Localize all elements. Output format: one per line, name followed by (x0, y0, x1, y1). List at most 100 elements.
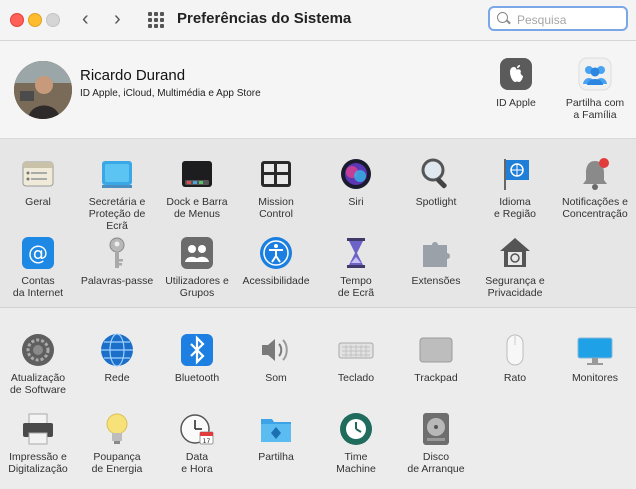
search-field[interactable] (488, 6, 628, 31)
family-sharing-icon (578, 57, 612, 91)
pane-notifications[interactable]: Notificações e Concentração (555, 156, 635, 220)
pane-label: Utilizadores e Grupos (165, 275, 229, 299)
spotlight-icon (418, 156, 454, 192)
pane-sound[interactable]: Som (236, 332, 316, 384)
date-time-icon: 17 (179, 411, 215, 447)
forward-button[interactable]: › (114, 8, 121, 30)
pane-bluetooth[interactable]: Bluetooth (157, 332, 237, 384)
startup-disk-icon (418, 411, 454, 447)
pane-label: Extensões (411, 275, 461, 287)
pane-label: Geral (25, 196, 51, 208)
pane-desktop-screensaver[interactable]: Secretária e Proteção de Ecrã (77, 156, 157, 232)
language-region-icon (497, 156, 533, 192)
dock-menubar-icon (179, 156, 215, 192)
pane-siri[interactable]: Siri (316, 156, 396, 208)
back-button[interactable]: ‹ (82, 8, 89, 30)
pane-displays[interactable]: Monitores (555, 332, 635, 384)
pane-label: Rato (503, 372, 527, 384)
close-window-button[interactable] (10, 13, 24, 27)
pane-label: Disco de Arranque (407, 451, 465, 475)
pane-label: Bluetooth (174, 372, 220, 384)
printers-scanners-icon (20, 411, 56, 447)
pane-time-machine[interactable]: Time Machine (316, 411, 396, 475)
pane-label: Dock e Barra de Menus (166, 196, 228, 220)
pane-label: Idioma e Região (493, 196, 537, 220)
pane-mouse[interactable]: Rato (475, 332, 555, 384)
pane-label: Palavras-passe (80, 275, 154, 287)
family-sharing-pane[interactable]: Partilha com a Família (555, 57, 635, 121)
pane-startup-disk[interactable]: Disco de Arranque (396, 411, 476, 475)
bluetooth-icon (179, 332, 215, 368)
title-bar: ‹ › Preferências do Sistema (0, 0, 636, 41)
displays-icon (577, 332, 613, 368)
pane-passwords[interactable]: Palavras-passe (77, 235, 157, 287)
pane-label: Poupança de Energia (91, 451, 143, 475)
mission-control-icon (258, 156, 294, 192)
mouse-icon (497, 332, 533, 368)
apple-id-pane[interactable]: ID Apple (476, 57, 556, 109)
pane-label: Tempo de Ecrã (337, 275, 375, 299)
pane-accessibility[interactable]: Acessibilidade (236, 235, 316, 287)
pane-label: Monitores (571, 372, 619, 384)
pane-trackpad[interactable]: Trackpad (396, 332, 476, 384)
pane-mission-control[interactable]: Mission Control (236, 156, 316, 220)
network-icon (99, 332, 135, 368)
zoom-window-button[interactable] (46, 13, 60, 27)
pane-label: Teclado (337, 372, 375, 384)
pane-label: Data e Hora (181, 451, 213, 475)
pane-label: Time Machine (336, 451, 376, 475)
accessibility-icon (258, 235, 294, 271)
pane-spotlight[interactable]: Spotlight (396, 156, 476, 208)
pane-label: Mission Control (258, 196, 294, 220)
pane-network[interactable]: Rede (77, 332, 157, 384)
security-privacy-icon (497, 235, 533, 271)
passwords-icon (99, 235, 135, 271)
energy-saver-icon (99, 411, 135, 447)
keyboard-icon (338, 332, 374, 368)
pane-screen-time[interactable]: Tempo de Ecrã (316, 235, 396, 299)
pane-label: Siri (348, 196, 364, 208)
notifications-icon (577, 156, 613, 192)
apple-id-icon (499, 57, 533, 91)
pane-dock-menubar[interactable]: Dock e Barra de Menus (157, 156, 237, 220)
preferences-section-hardware: Atualização de Software Rede Bluetooth S… (0, 308, 636, 489)
trackpad-icon (418, 332, 454, 368)
pane-date-time[interactable]: 17 Data e Hora (157, 411, 237, 475)
pane-label: Contas da Internet (12, 275, 64, 299)
pane-label: Notificações e Concentração (562, 196, 628, 220)
search-input[interactable] (515, 10, 624, 29)
pane-label: Spotlight (415, 196, 457, 208)
sharing-icon (258, 411, 294, 447)
time-machine-icon (338, 411, 374, 447)
siri-icon (338, 156, 374, 192)
pane-users-groups[interactable]: Utilizadores e Grupos (157, 235, 237, 299)
pane-security-privacy[interactable]: Segurança e Privacidade (475, 235, 555, 299)
svg-text:17: 17 (203, 438, 211, 445)
pane-keyboard[interactable]: Teclado (316, 332, 396, 384)
pane-software-update[interactable]: Atualização de Software (0, 332, 78, 396)
apple-id-label: ID Apple (496, 97, 536, 109)
users-groups-icon (179, 235, 215, 271)
window-title: Preferências do Sistema (177, 10, 352, 27)
software-update-icon (20, 332, 56, 368)
internet-accounts-icon: @ (20, 235, 56, 271)
pane-sharing[interactable]: Partilha (236, 411, 316, 463)
pane-language-region[interactable]: Idioma e Região (475, 156, 555, 220)
pane-energy-saver[interactable]: Poupança de Energia (77, 411, 157, 475)
pane-internet-accounts[interactable]: @ Contas da Internet (0, 235, 78, 299)
avatar[interactable] (14, 61, 72, 119)
preferences-section-personal: Geral Secretária e Proteção de Ecrã Dock… (0, 139, 636, 308)
pane-label: Partilha (258, 451, 294, 463)
minimize-window-button[interactable] (28, 13, 42, 27)
pane-printers-scanners[interactable]: Impressão e Digitalização (0, 411, 78, 475)
show-all-grid-icon[interactable] (148, 12, 164, 28)
family-sharing-label: Partilha com a Família (565, 97, 625, 121)
pane-label: Atualização de Software (9, 372, 67, 396)
pane-extensions[interactable]: Extensões (396, 235, 476, 287)
search-icon (497, 12, 508, 23)
pane-general[interactable]: Geral (0, 156, 78, 208)
pane-label: Secretária e Proteção de Ecrã (88, 196, 146, 232)
pane-label: Impressão e Digitalização (8, 451, 68, 475)
pane-label: Som (265, 372, 287, 384)
extensions-icon (418, 235, 454, 271)
